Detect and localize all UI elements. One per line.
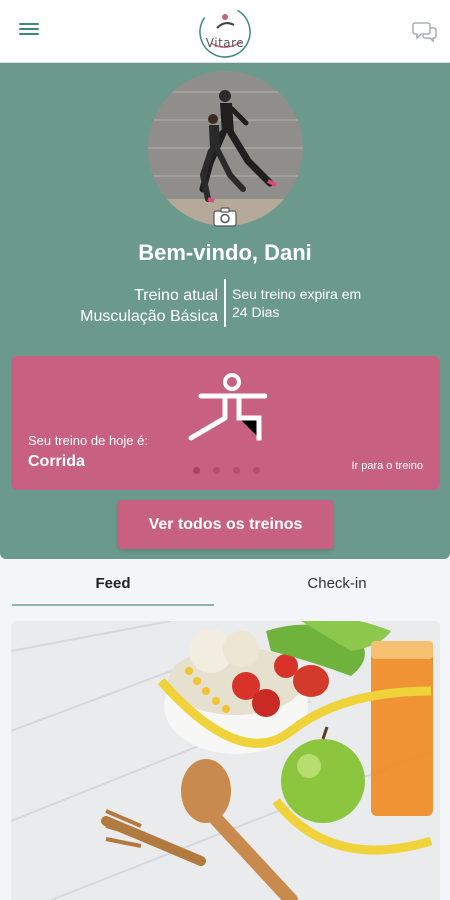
camera-icon[interactable] <box>213 206 237 228</box>
hamburger-menu-icon[interactable] <box>18 20 44 42</box>
expiry-label: Seu treino expira em <box>232 286 362 302</box>
plan-label: Treino atual <box>134 287 218 304</box>
tab-bar: Feed Check-in <box>0 559 450 611</box>
carousel-dot[interactable] <box>213 467 220 474</box>
chat-bubbles-icon[interactable] <box>412 19 438 45</box>
app-logo: Vitare <box>197 4 253 60</box>
tab-check-in[interactable]: Check-in <box>236 559 438 607</box>
today-workout-caption: Seu treino de hoje é: <box>28 433 148 448</box>
carousel-dot[interactable] <box>193 467 200 474</box>
expiry-value: 24 Dias <box>232 304 280 320</box>
go-to-workout-link[interactable]: Ir para o treino <box>351 460 423 472</box>
plan-name: Musculação Básica <box>80 308 218 325</box>
today-workout-name: Corrida <box>28 453 85 470</box>
feed-post-image[interactable] <box>11 621 440 900</box>
plan-expiry: Seu treino expira em 24 Dias <box>232 285 361 321</box>
tab-feed[interactable]: Feed <box>12 559 214 607</box>
welcome-text: Bem-vindo, Dani <box>138 240 312 265</box>
active-tab-indicator <box>12 604 214 606</box>
logo-text: Vitare <box>205 36 245 50</box>
carousel-dot[interactable] <box>253 467 260 474</box>
divider <box>224 279 226 327</box>
view-all-workouts-button[interactable]: Ver todos os treinos <box>118 500 333 549</box>
carousel-dot[interactable] <box>233 467 240 474</box>
workout-figure-icon <box>187 370 268 450</box>
profile-photo[interactable] <box>148 71 303 226</box>
current-plan: Treino atual Musculação Básica <box>80 285 218 327</box>
today-workout-card[interactable]: Seu treino de hoje é: Corrida Ir para o … <box>11 356 440 490</box>
app-bar: Vitare <box>0 0 450 63</box>
